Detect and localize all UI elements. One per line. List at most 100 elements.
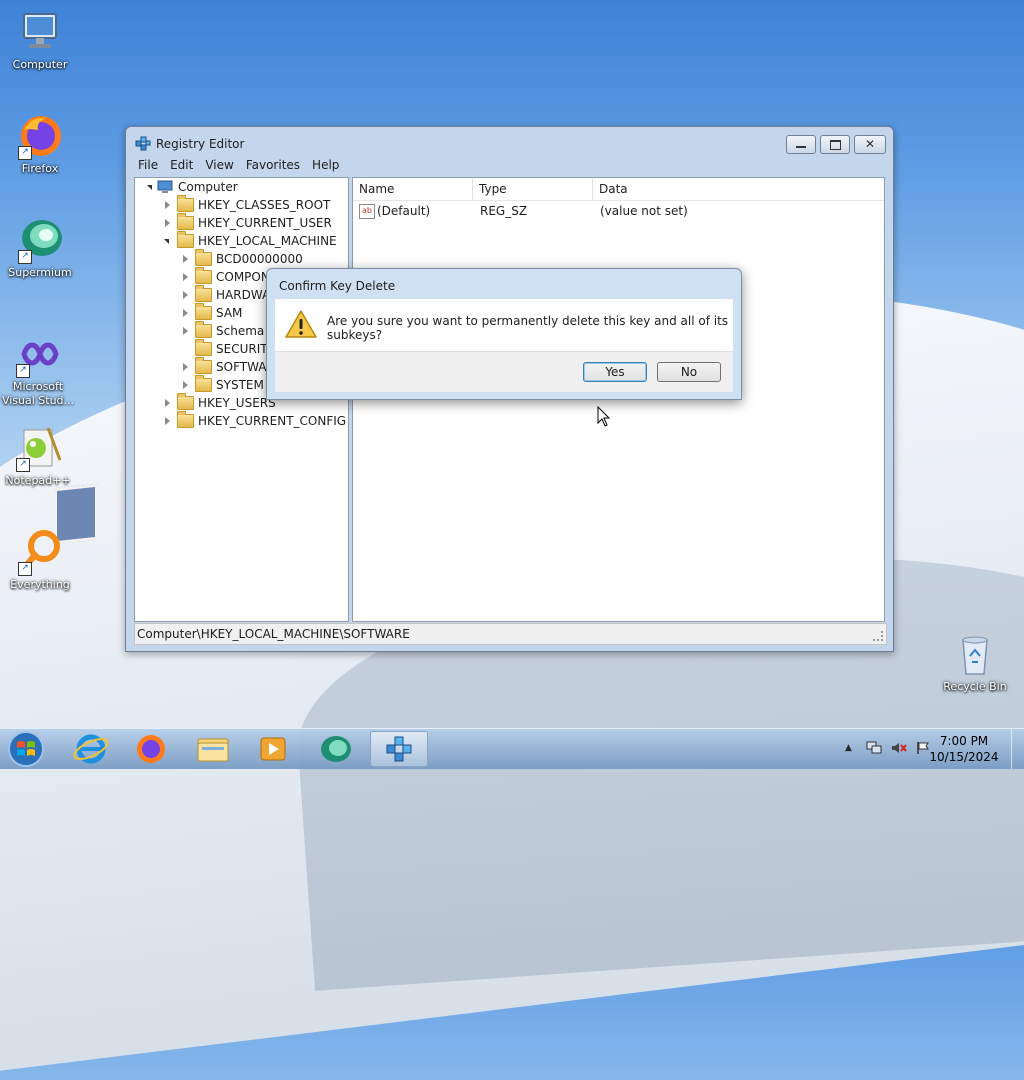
taskbar-file-explorer[interactable] <box>186 731 240 767</box>
taskbar-firefox[interactable] <box>124 731 178 767</box>
tree-label: SYSTEM <box>216 378 264 392</box>
maximize-button[interactable] <box>820 135 850 154</box>
folder-open-icon <box>177 231 194 248</box>
menu-help[interactable]: Help <box>306 157 345 173</box>
menu-bar: File Edit View Favorites Help <box>132 157 887 175</box>
shortcut-arrow-icon: ↗ <box>18 146 32 160</box>
start-button[interactable] <box>4 729 48 769</box>
expand-arrow-icon[interactable] <box>183 381 188 389</box>
desktop-icon-label: Computer <box>12 58 68 71</box>
folder-icon <box>197 738 229 762</box>
tree-label: HKEY_CURRENT_USER <box>198 216 332 230</box>
folder-icon <box>177 411 194 428</box>
folder-icon <box>195 357 212 374</box>
tree-label: HKEY_USERS <box>198 396 276 410</box>
menu-favorites[interactable]: Favorites <box>240 157 306 173</box>
value-type: REG_SZ <box>480 204 528 218</box>
desktop-icon-label: Everything <box>10 578 70 591</box>
no-button[interactable]: No <box>657 362 721 382</box>
expand-arrow-icon[interactable] <box>183 273 188 281</box>
shortcut-arrow-icon: ↗ <box>18 562 32 576</box>
tree-label: HKEY_CURRENT_CONFIG <box>198 414 347 428</box>
value-data: (value not set) <box>600 204 688 218</box>
folder-icon <box>195 249 212 266</box>
computer-icon <box>16 8 64 56</box>
folder-icon <box>195 267 212 284</box>
shortcut-arrow-icon: ↗ <box>16 458 30 472</box>
supermium-icon <box>321 736 351 762</box>
menu-file[interactable]: File <box>132 157 164 173</box>
desktop-icon-firefox[interactable]: ↗ Firefox <box>2 112 78 176</box>
folder-icon <box>195 303 212 320</box>
desktop-icon-notepadpp[interactable]: ↗ Notepad++ <box>0 424 76 488</box>
volume-muted-icon[interactable] <box>891 741 907 755</box>
desktop-icon-supermium[interactable]: ↗ Supermium <box>2 216 78 280</box>
expand-arrow-icon[interactable] <box>183 327 188 335</box>
desktop-icon-visual-studio[interactable]: ↗ Microsoft Visual Stud... <box>0 330 76 408</box>
window-title: Registry Editor <box>156 137 245 151</box>
show-hidden-icons-chevron-icon[interactable]: ▲ <box>845 743 852 753</box>
tree-label: BCD00000000 <box>216 252 303 266</box>
expand-arrow-icon[interactable] <box>165 219 170 227</box>
expand-arrow-icon[interactable] <box>183 363 188 371</box>
media-player-icon <box>260 737 286 761</box>
folder-icon <box>195 321 212 338</box>
menu-edit[interactable]: Edit <box>164 157 199 173</box>
everything-icon: ↗ <box>16 528 64 576</box>
internet-explorer-icon <box>73 734 109 764</box>
taskbar-registry-editor[interactable] <box>370 731 428 767</box>
desktop-icon-recycle-bin[interactable]: Recycle Bin <box>937 630 1013 694</box>
close-icon: ✕ <box>865 137 876 151</box>
tree-label: SAM <box>216 306 243 320</box>
tree-label: COMPON <box>216 270 270 284</box>
expand-arrow-icon[interactable] <box>183 291 188 299</box>
confirm-key-delete-dialog: Confirm Key Delete Are you sure you want… <box>266 268 742 400</box>
show-desktop-button[interactable] <box>1011 729 1024 769</box>
network-icon[interactable] <box>866 741 882 755</box>
folder-icon <box>195 339 212 356</box>
expand-arrow-icon[interactable] <box>165 417 170 425</box>
shortcut-arrow-icon: ↗ <box>16 364 30 378</box>
notepadpp-icon: ↗ <box>14 424 62 472</box>
dialog-button-bar: Yes No <box>275 351 733 392</box>
clock-time: 7:00 PM <box>939 734 989 748</box>
folder-icon <box>195 375 212 392</box>
tree-label: HARDWA <box>216 288 271 302</box>
system-clock[interactable]: 7:00 PM 10/15/2024 <box>924 733 1004 765</box>
taskbar: ▲ 7:00 PM 10/15/2024 <box>0 728 1024 769</box>
maximize-icon <box>830 140 841 150</box>
tree-label: HKEY_CLASSES_ROOT <box>198 198 331 212</box>
table-row[interactable]: ab (Default) REG_SZ (value not set) <box>353 178 884 222</box>
desktop-icon-label: Firefox <box>21 162 59 175</box>
desktop-icon-everything[interactable]: ↗ Everything <box>2 528 78 592</box>
dialog-title: Confirm Key Delete <box>279 279 396 293</box>
warning-icon <box>285 309 317 339</box>
taskbar-internet-explorer[interactable] <box>64 731 118 767</box>
taskbar-supermium[interactable] <box>308 731 362 767</box>
minimize-button[interactable] <box>786 135 816 154</box>
close-button[interactable]: ✕ <box>854 135 886 154</box>
expand-arrow-icon[interactable] <box>165 399 170 407</box>
clock-date: 10/15/2024 <box>929 750 999 764</box>
dialog-body: Are you sure you want to permanently del… <box>275 299 733 351</box>
menu-view[interactable]: View <box>199 157 239 173</box>
value-name: (Default) <box>377 204 431 218</box>
yes-button[interactable]: Yes <box>583 362 647 382</box>
status-bar: Computer\HKEY_LOCAL_MACHINE\SOFTWARE <box>134 623 887 645</box>
collapse-arrow-icon[interactable] <box>164 239 169 244</box>
shortcut-arrow-icon: ↗ <box>18 250 32 264</box>
tree-label: HKEY_LOCAL_MACHINE <box>198 234 337 248</box>
expand-arrow-icon[interactable] <box>165 201 170 209</box>
computer-small-icon <box>157 180 173 193</box>
registry-editor-icon <box>386 736 412 762</box>
tree-label: Computer <box>178 180 238 194</box>
string-value-icon: ab <box>359 204 375 219</box>
expand-arrow-icon[interactable] <box>183 309 188 317</box>
title-bar[interactable]: Registry Editor ✕ <box>126 127 893 157</box>
expand-arrow-icon[interactable] <box>183 255 188 263</box>
resize-grip-icon <box>873 631 883 641</box>
desktop-icon-computer[interactable]: Computer <box>2 8 78 72</box>
taskbar-media-player[interactable] <box>246 731 300 767</box>
collapse-arrow-icon[interactable] <box>147 185 152 190</box>
minimize-icon <box>796 146 806 148</box>
